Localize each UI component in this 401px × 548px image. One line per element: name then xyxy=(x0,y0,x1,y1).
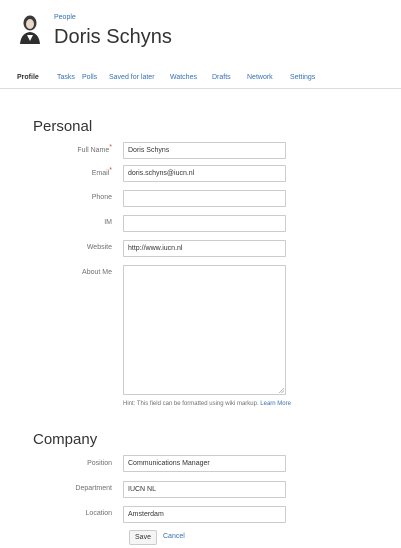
tab-settings[interactable]: Settings xyxy=(290,74,315,81)
department-field[interactable]: IUCN NL xyxy=(123,481,286,498)
wiki-markup-hint: Hint: This field can be formatted using … xyxy=(123,401,291,407)
email-field[interactable]: doris.schyns@iucn.nl xyxy=(123,165,286,182)
cancel-link[interactable]: Cancel xyxy=(163,533,185,540)
section-title-company: Company xyxy=(33,431,98,448)
full-name-field[interactable]: Doris Schyns xyxy=(123,142,286,159)
phone-label: Phone xyxy=(91,194,112,201)
department-label: Department xyxy=(75,485,112,492)
position-label: Position xyxy=(87,460,112,467)
location-label: Location xyxy=(85,510,112,517)
hint-text: Hint: This field can be formatted using … xyxy=(123,401,259,407)
full-name-label: Full Name* xyxy=(77,144,112,154)
save-button[interactable]: Save xyxy=(129,530,157,545)
tab-polls[interactable]: Polls xyxy=(82,74,97,81)
breadcrumb-people[interactable]: People xyxy=(54,14,76,21)
location-field[interactable]: Amsterdam xyxy=(123,506,286,523)
page-title: Doris Schyns xyxy=(54,26,172,48)
about-me-label: About Me xyxy=(82,269,112,276)
tab-tasks[interactable]: Tasks xyxy=(57,74,75,81)
tab-network[interactable]: Network xyxy=(247,74,273,81)
email-label: Email* xyxy=(91,167,112,177)
required-marker: * xyxy=(109,144,112,151)
profile-header: People Doris Schyns xyxy=(0,0,401,66)
profile-tabs: Profile Tasks Polls Saved for later Watc… xyxy=(0,68,401,89)
website-field[interactable]: http://www.iucn.nl xyxy=(123,240,286,257)
person-avatar-icon xyxy=(18,14,42,44)
resize-grip-icon[interactable] xyxy=(279,388,284,393)
phone-field[interactable] xyxy=(123,190,286,207)
required-marker: * xyxy=(109,167,112,174)
learn-more-link[interactable]: Learn More xyxy=(260,401,291,407)
avatar[interactable] xyxy=(18,14,42,44)
website-label: Website xyxy=(86,244,112,251)
tab-profile[interactable]: Profile xyxy=(17,74,39,81)
section-title-personal: Personal xyxy=(33,118,93,135)
tab-drafts[interactable]: Drafts xyxy=(212,74,231,81)
tab-watches[interactable]: Watches xyxy=(170,74,197,81)
im-label: IM xyxy=(104,219,112,226)
tab-saved-for-later[interactable]: Saved for later xyxy=(109,74,155,81)
position-field[interactable]: Communications Manager xyxy=(123,455,286,472)
im-field[interactable] xyxy=(123,215,286,232)
about-me-textarea[interactable] xyxy=(123,265,286,395)
